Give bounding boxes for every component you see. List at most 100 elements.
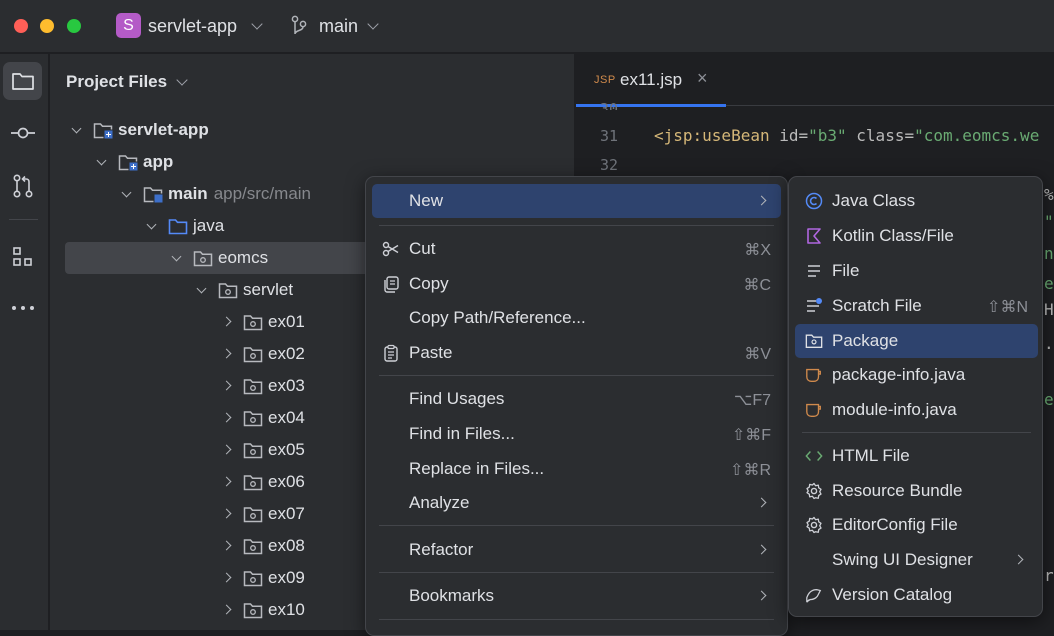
submenu-item-label: package-info.java [832,365,966,384]
menu-item-label: Analyze [409,493,470,512]
package-icon [805,332,823,350]
menu-item-copy-path-reference[interactable]: Copy Path/Reference... [372,301,781,335]
shortcut-hint: ⌘C [743,277,771,294]
code-line[interactable]: <jsp:useBean id="b3" class="com.eomcs.we [654,126,1039,145]
chevron-down-icon[interactable] [96,155,107,166]
commit-tool-button[interactable] [3,114,42,152]
submenu-item-kotlin-class-file[interactable]: Kotlin Class/File [795,219,1038,253]
chevron-down-icon[interactable] [146,219,157,230]
submenu-item-label: Kotlin Class/File [832,226,954,245]
chevron-right-icon[interactable] [221,380,232,391]
chevron-down-icon[interactable] [171,251,182,262]
tree-node-label: ex08 [268,536,305,555]
submenu-item-resource-bundle[interactable]: Resource Bundle [795,474,1038,508]
chevron-right-icon[interactable] [221,476,232,487]
submenu-item-version-catalog[interactable]: Version Catalog [795,578,1038,612]
chevron-right-icon[interactable] [221,508,232,519]
menu-item-paste[interactable]: Paste ⌘V [372,336,781,370]
branch-icon[interactable] [290,15,308,37]
code-fragment: " [1044,212,1054,231]
close-tab-icon[interactable]: × [697,68,708,89]
package-folder-icon [243,377,265,402]
code-fragment: n [1044,244,1054,263]
chevron-down-icon[interactable] [176,74,188,86]
tree-node-label: java [193,216,225,235]
project-tool-button[interactable] [3,62,42,100]
submenu-item-editorconfig-file[interactable]: EditorConfig File [795,508,1038,542]
tree-node-label: ex06 [268,472,305,491]
submenu-item-package-info-java[interactable]: package-info.java [795,358,1038,392]
chevron-down-icon[interactable] [121,187,132,198]
chevron-right-icon[interactable] [221,604,232,615]
menu-item-refactor[interactable]: Refactor [372,533,781,567]
submenu-item-label: Swing UI Designer [832,550,973,569]
structure-tool-button[interactable] [3,238,42,276]
menu-item-label: Copy Path/Reference... [409,308,586,327]
code-fragment: . [1044,334,1054,353]
submenu-item-java-class[interactable]: Java Class [795,184,1038,218]
folder-icon [11,73,34,90]
menu-item-cut[interactable]: Cut ⌘X [372,232,781,266]
chevron-right-icon[interactable] [221,412,232,423]
submenu-item-scratch-file[interactable]: Scratch File ⇧⌘N [795,289,1038,323]
tree-node-label: app [143,152,174,171]
chevron-right-icon[interactable] [221,540,232,551]
package-folder-icon [193,249,215,274]
pull-requests-tool-button[interactable] [3,167,42,205]
submenu-item-package[interactable]: Package [795,324,1038,358]
gear-icon [805,482,823,500]
chevron-right-icon[interactable] [221,348,232,359]
menu-separator [379,225,774,226]
minimize-window-button[interactable] [40,19,54,33]
shortcut-hint: ⇧⌘R [730,462,771,479]
tree-node-label: ex10 [268,600,305,619]
shortcut-hint: ⌘X [744,242,771,259]
submenu-item-swing-ui-designer[interactable]: Swing UI Designer [795,543,1038,577]
structure-icon [12,247,32,266]
line-number: 30 [599,100,618,110]
java-file-icon [805,366,823,384]
chevron-right-icon[interactable] [221,316,232,327]
menu-item-analyze[interactable]: Analyze [372,486,781,520]
menu-item-replace-in-files[interactable]: Replace in Files... ⇧⌘R [372,452,781,486]
menu-separator [802,432,1031,433]
zoom-window-button[interactable] [67,19,81,33]
chevron-right-icon[interactable] [221,572,232,583]
tree-node-label: main app/src/main [168,184,312,203]
menu-item-label: Find in Files... [409,424,515,443]
title-bar: S servlet-app main [0,0,1054,53]
tree-node-label: ex09 [268,568,305,587]
line-number: 31 [599,127,618,145]
line-number: 32 [599,156,618,174]
tab-ex11-jsp[interactable]: JSP ex11.jsp × [576,54,726,107]
submenu-item-file[interactable]: File [795,254,1038,288]
project-badge[interactable]: S [116,13,141,38]
menu-item-bookmarks[interactable]: Bookmarks [372,579,781,613]
kotlin-icon [805,227,823,245]
menu-item-find-in-files[interactable]: Find in Files... ⇧⌘F [372,417,781,451]
chevron-down-icon[interactable] [367,18,379,30]
chevron-right-icon[interactable] [221,444,232,455]
panel-title[interactable]: Project Files [66,72,167,92]
menu-item-label: Replace in Files... [409,459,545,478]
branch-selector[interactable]: main [319,16,358,37]
menu-separator [379,375,774,376]
code-fragment: e [1044,274,1054,293]
submenu-item-module-info-java[interactable]: module-info.java [795,393,1038,427]
tree-node-servlet-app[interactable]: servlet-app [65,114,565,146]
project-selector[interactable]: servlet-app [148,16,237,37]
more-tools-button[interactable] [3,289,42,327]
submenu-item-html-file[interactable]: HTML File [795,439,1038,473]
chevron-down-icon[interactable] [71,123,82,134]
close-window-button[interactable] [14,19,28,33]
menu-item-new[interactable]: New [372,184,781,218]
tree-node-eomcs[interactable]: eomcs [65,242,375,274]
chevron-down-icon[interactable] [196,283,207,294]
shortcut-hint: ⇧⌘F [731,427,771,444]
version-catalog-icon [805,586,823,604]
menu-item-copy[interactable]: Copy ⌘C [372,267,781,301]
tree-node-path: app/src/main [213,184,312,203]
menu-item-find-usages[interactable]: Find Usages ⌥F7 [372,382,781,416]
chevron-down-icon[interactable] [251,18,263,30]
tree-node-app[interactable]: app [65,146,565,178]
